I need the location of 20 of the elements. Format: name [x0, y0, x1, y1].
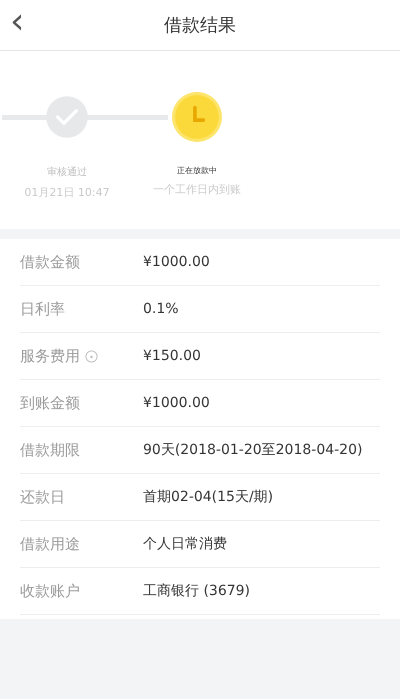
detail-value: ¥150.00 [143, 348, 201, 364]
detail-value: 工商银行 (3679) [143, 582, 250, 600]
detail-value: 90天(2018-01-20至2018-04-20) [143, 441, 362, 459]
detail-value: ¥1000.00 [143, 254, 210, 270]
page-title: 借款结果 [164, 14, 236, 37]
detail-label: 到账金额 [20, 394, 80, 412]
step-label: 审核通过 [47, 166, 87, 179]
detail-label: 借款用途 [20, 534, 80, 554]
detail-value: 个人日常消费 [143, 535, 227, 553]
detail-label: 收款账户 [20, 582, 80, 600]
detail-label: 服务费用 [20, 346, 80, 366]
detail-label: 还款日 [20, 488, 65, 506]
detail-value: 首期02-04(15天/期) [143, 488, 274, 506]
detail-label: 日利率 [20, 300, 65, 318]
back-button[interactable]: ‹ [4, 4, 30, 40]
detail-label: 借款金额 [20, 252, 80, 272]
detail-value: ¥1000.00 [143, 395, 210, 411]
detail-label: 借款期限 [20, 440, 80, 460]
detail-value: 0.1% [143, 301, 179, 317]
step-label: 正在放款中 [177, 165, 217, 176]
